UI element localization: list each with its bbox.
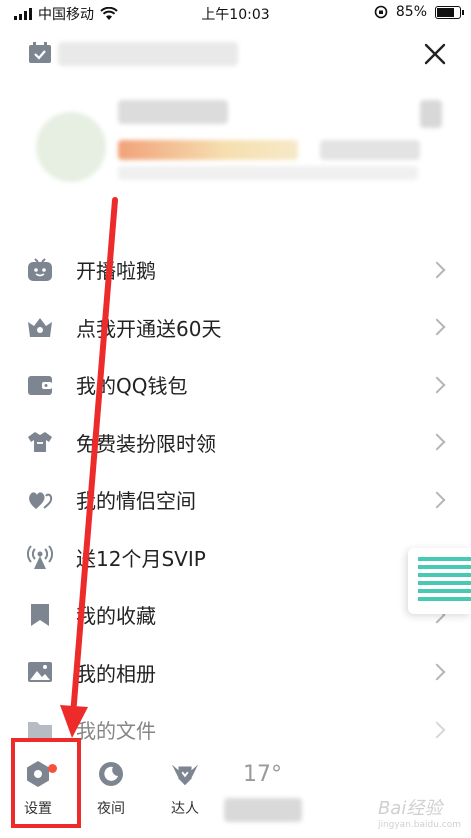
menu-item-favorites[interactable]: 我的收藏: [0, 586, 471, 644]
chevron-right-icon: [428, 433, 446, 451]
weather-temperature[interactable]: 17°: [243, 762, 282, 787]
blurred-level-bar: [118, 140, 298, 160]
bookmark-icon: [27, 602, 53, 628]
night-mode-button[interactable]: 夜间: [81, 760, 141, 818]
hearts-icon: [27, 487, 53, 513]
watermark-brand: Bai经验: [377, 798, 443, 819]
menu-item-live[interactable]: 开播啦鹅: [0, 241, 471, 299]
chevron-right-icon: [428, 318, 446, 336]
expert-label: 达人: [171, 801, 199, 817]
blurred-signin-text[interactable]: [58, 42, 238, 66]
moon-icon: [97, 760, 125, 788]
status-bar: 中国移动 上午10:03 85%: [0, 0, 471, 26]
chevron-right-icon: [428, 491, 446, 509]
drawer-header: [0, 28, 471, 78]
widget-lines-icon: [418, 557, 471, 605]
drawer-menu: 开播啦鹅 点我开通送60天 我的QQ钱包 免费装扮限时领 我的情侣空间 送12个: [0, 241, 471, 759]
close-icon[interactable]: [421, 40, 449, 68]
menu-item-label: 送12个月SVIP: [76, 546, 206, 571]
blurred-signature: [118, 166, 418, 180]
settings-button[interactable]: 设置: [8, 760, 68, 818]
rotation-lock-icon: [374, 5, 388, 19]
chevron-right-icon: [428, 721, 446, 739]
wallet-icon: [27, 372, 53, 398]
status-right: 85%: [374, 4, 464, 20]
watermark: Bai经验 jingyan.baidu.com: [378, 794, 461, 830]
avatar[interactable]: [36, 112, 106, 182]
battery-percent: 85%: [395, 4, 427, 20]
chevron-right-icon: [428, 663, 446, 681]
shirt-icon: [27, 429, 53, 455]
menu-item-dressup[interactable]: 免费装扮限时领: [0, 414, 471, 472]
tv-icon: [27, 257, 53, 283]
calendar-check-icon[interactable]: [28, 42, 52, 64]
notification-dot: [48, 764, 57, 773]
menu-item-files[interactable]: 我的文件: [0, 701, 471, 759]
chevron-right-icon: [428, 376, 446, 394]
menu-item-label: 我的相册: [76, 661, 156, 686]
crown-icon: [27, 314, 53, 340]
menu-item-svip[interactable]: 送12个月SVIP: [0, 529, 471, 587]
photo-icon: [27, 659, 53, 685]
winged-badge-icon: [171, 760, 199, 788]
blurred-city: [224, 798, 302, 822]
menu-item-album[interactable]: 我的相册: [0, 644, 471, 702]
folder-icon: [27, 717, 53, 743]
gear-icon: [24, 760, 52, 788]
chevron-right-icon: [428, 261, 446, 279]
menu-item-label: 免费装扮限时领: [76, 431, 216, 456]
settings-label: 设置: [24, 801, 52, 817]
menu-item-label: 我的情侣空间: [76, 489, 196, 514]
menu-item-vip[interactable]: 点我开通送60天: [0, 299, 471, 357]
blurred-level-extra: [320, 140, 420, 160]
menu-item-label: 我的文件: [76, 719, 156, 744]
blurred-nickname-extra: [420, 100, 442, 128]
menu-item-wallet[interactable]: 我的QQ钱包: [0, 356, 471, 414]
menu-item-label: 开播啦鹅: [76, 259, 156, 284]
menu-item-label: 我的收藏: [76, 604, 156, 629]
menu-item-label: 点我开通送60天: [76, 316, 222, 341]
watermark-url: jingyan.baidu.com: [377, 820, 461, 830]
floating-widget[interactable]: [408, 548, 471, 614]
broadcast-icon: [27, 544, 53, 570]
expert-button[interactable]: 达人: [155, 760, 215, 818]
blurred-nickname: [118, 100, 228, 124]
profile-card[interactable]: [0, 96, 471, 186]
menu-item-couple-space[interactable]: 我的情侣空间: [0, 471, 471, 529]
battery-fill: [437, 7, 454, 17]
battery-icon: [435, 5, 464, 19]
night-label: 夜间: [97, 801, 125, 817]
menu-item-label: 我的QQ钱包: [76, 374, 188, 399]
